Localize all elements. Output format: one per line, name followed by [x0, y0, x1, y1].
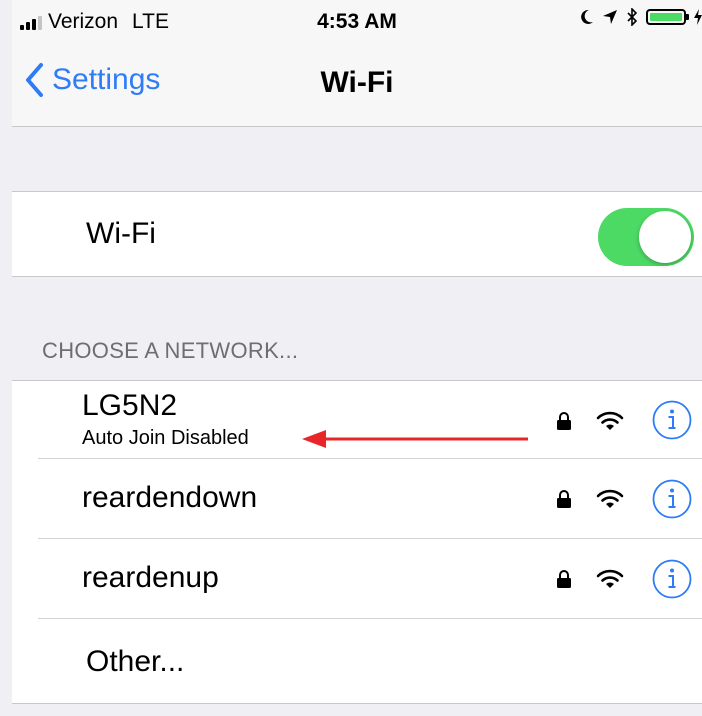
- moon-icon: [580, 9, 594, 25]
- status-right: [580, 8, 702, 26]
- section-header: CHOOSE A NETWORK...: [42, 338, 299, 363]
- location-icon: [602, 9, 618, 25]
- other-label: Other...: [86, 645, 185, 678]
- wifi-signal-icon: [596, 569, 624, 588]
- lock-icon: [557, 570, 571, 588]
- wifi-label: Wi-Fi: [86, 217, 156, 250]
- network-name: LG5N2: [82, 389, 178, 422]
- network-name: reardendown: [82, 481, 258, 514]
- network-name: reardenup: [82, 561, 219, 594]
- annotation-arrow: [302, 430, 528, 448]
- wifi-toggle-row: Wi-Fi: [12, 191, 702, 277]
- battery-icon: [646, 9, 689, 25]
- other-network-row[interactable]: Other...: [12, 619, 702, 703]
- page-title: Wi-Fi: [320, 66, 394, 99]
- charging-icon: [694, 9, 702, 25]
- screen: Verizon LTE 4:53 AM Settings Wi-Fi Wi-Fi…: [12, 0, 702, 716]
- status-bar: Verizon LTE 4:53 AM: [12, 0, 702, 44]
- network-row-reardenup[interactable]: reardenup: [12, 539, 702, 619]
- wifi-signal-icon: [596, 489, 624, 508]
- info-icon[interactable]: [652, 479, 692, 519]
- nav-bar: Settings Wi-Fi: [12, 44, 702, 127]
- battery-fill: [650, 13, 682, 21]
- wifi-signal-icon: [596, 411, 624, 430]
- info-icon[interactable]: [652, 400, 692, 440]
- wifi-toggle[interactable]: [598, 208, 694, 266]
- info-icon[interactable]: [652, 559, 692, 599]
- bluetooth-icon: [626, 8, 638, 26]
- network-subtitle: Auto Join Disabled: [82, 427, 249, 449]
- lock-icon: [557, 412, 571, 430]
- toggle-knob: [639, 211, 691, 263]
- lock-icon: [557, 490, 571, 508]
- network-row-reardendown[interactable]: reardendown: [12, 459, 702, 539]
